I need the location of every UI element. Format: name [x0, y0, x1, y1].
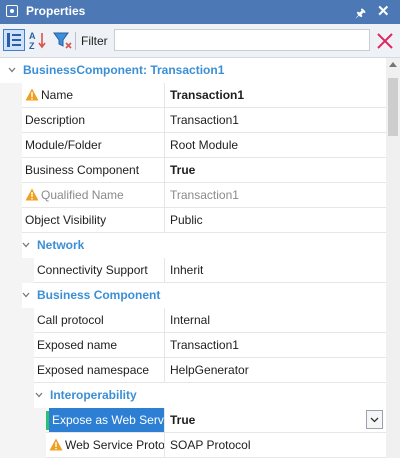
clear-filter-icon[interactable]	[375, 31, 395, 51]
close-icon[interactable]: ✕	[377, 2, 390, 20]
category-label: Network	[37, 238, 85, 252]
property-grid: BusinessComponent: Transaction1 Name Tra…	[0, 58, 386, 458]
properties-toolbar: A Z Filter	[0, 24, 400, 58]
sort-az-icon: A Z	[29, 31, 46, 51]
property-name: Qualified Name	[41, 188, 124, 202]
property-value[interactable]: Transaction1	[170, 108, 366, 132]
category-business-component-root[interactable]: BusinessComponent: Transaction1	[0, 58, 386, 83]
property-row-module-folder[interactable]: Module/Folder Root Module	[0, 133, 386, 158]
property-name: Exposed name	[37, 338, 118, 352]
property-value[interactable]: Internal	[170, 308, 366, 332]
svg-text:Z: Z	[29, 41, 35, 51]
property-value: Transaction1	[170, 188, 239, 202]
chevron-down-icon[interactable]	[8, 66, 16, 74]
property-row-connectivity-support[interactable]: Connectivity Support Inherit	[0, 258, 386, 283]
warning-icon	[25, 88, 39, 101]
vertical-scrollbar[interactable]	[386, 58, 400, 458]
property-row-exposed-namespace[interactable]: Exposed namespace HelpGenerator	[0, 358, 386, 383]
filter-input[interactable]	[114, 29, 370, 51]
property-name: Name	[41, 88, 74, 102]
property-name: Description	[25, 113, 86, 127]
toolbar-separator	[75, 32, 76, 50]
property-value[interactable]: HelpGenerator	[170, 358, 366, 382]
property-name: Module/Folder	[25, 138, 102, 152]
chevron-down-icon[interactable]	[22, 291, 30, 299]
scrollbar-thumb[interactable]	[388, 78, 398, 136]
property-row-web-service-protocol[interactable]: Web Service Protoc SOAP Protocol	[0, 433, 386, 458]
property-name: Expose as Web Servic	[49, 408, 164, 432]
category-interoperability[interactable]: Interoperability	[0, 383, 386, 408]
category-business-component[interactable]: Business Component	[0, 283, 386, 308]
property-value[interactable]: Inherit	[170, 258, 366, 282]
properties-title-bar: Properties 🖈︎ ✕	[0, 0, 400, 24]
property-value[interactable]: True	[170, 408, 366, 432]
property-name: Call protocol	[37, 313, 104, 327]
property-row-business-component[interactable]: Business Component True	[0, 158, 386, 183]
categorized-view-button[interactable]	[3, 29, 25, 51]
property-row-expose-as-web-service[interactable]: Expose as Web Servic True	[0, 408, 386, 433]
property-value[interactable]: SOAP Protocol	[170, 433, 366, 457]
alphabetical-sort-button[interactable]: A Z	[27, 29, 49, 51]
property-row-object-visibility[interactable]: Object Visibility Public	[0, 208, 386, 233]
category-label: Business Component	[37, 288, 161, 302]
warning-icon	[49, 438, 63, 451]
value-dropdown-button[interactable]	[366, 410, 383, 429]
property-name: Exposed namespace	[37, 363, 150, 377]
chevron-down-icon[interactable]	[22, 241, 30, 249]
property-name: Connectivity Support	[37, 263, 148, 277]
properties-window-icon	[6, 5, 18, 17]
warning-icon	[25, 188, 39, 201]
property-row-call-protocol[interactable]: Call protocol Internal	[0, 308, 386, 333]
scroll-up-arrow-icon[interactable]	[389, 62, 397, 67]
filter-toggle-button[interactable]	[51, 29, 73, 51]
category-label: BusinessComponent: Transaction1	[23, 63, 225, 77]
chevron-down-icon[interactable]	[35, 391, 43, 399]
property-value[interactable]: Public	[170, 208, 366, 232]
funnel-icon	[53, 32, 72, 49]
property-value[interactable]: Transaction1	[170, 333, 366, 357]
property-name: Object Visibility	[25, 213, 107, 227]
property-value[interactable]: Root Module	[170, 133, 366, 157]
property-value[interactable]: True	[170, 158, 366, 182]
property-row-qualified-name[interactable]: Qualified Name Transaction1	[0, 183, 386, 208]
category-network[interactable]: Network	[0, 233, 386, 258]
property-value[interactable]: Transaction1	[170, 83, 366, 107]
property-row-name[interactable]: Name Transaction1	[0, 83, 386, 108]
categorized-list-icon	[7, 33, 21, 47]
filter-label: Filter	[81, 34, 108, 48]
window-title: Properties	[26, 4, 86, 18]
property-name: Web Service Protoc	[65, 438, 164, 452]
category-label: Interoperability	[50, 388, 137, 402]
svg-text:A: A	[29, 31, 36, 41]
property-name: Business Component	[25, 163, 140, 177]
chevron-down-icon	[370, 417, 379, 422]
property-row-description[interactable]: Description Transaction1	[0, 108, 386, 133]
property-row-exposed-name[interactable]: Exposed name Transaction1	[0, 333, 386, 358]
pin-icon[interactable]: 🖈︎	[355, 4, 366, 25]
